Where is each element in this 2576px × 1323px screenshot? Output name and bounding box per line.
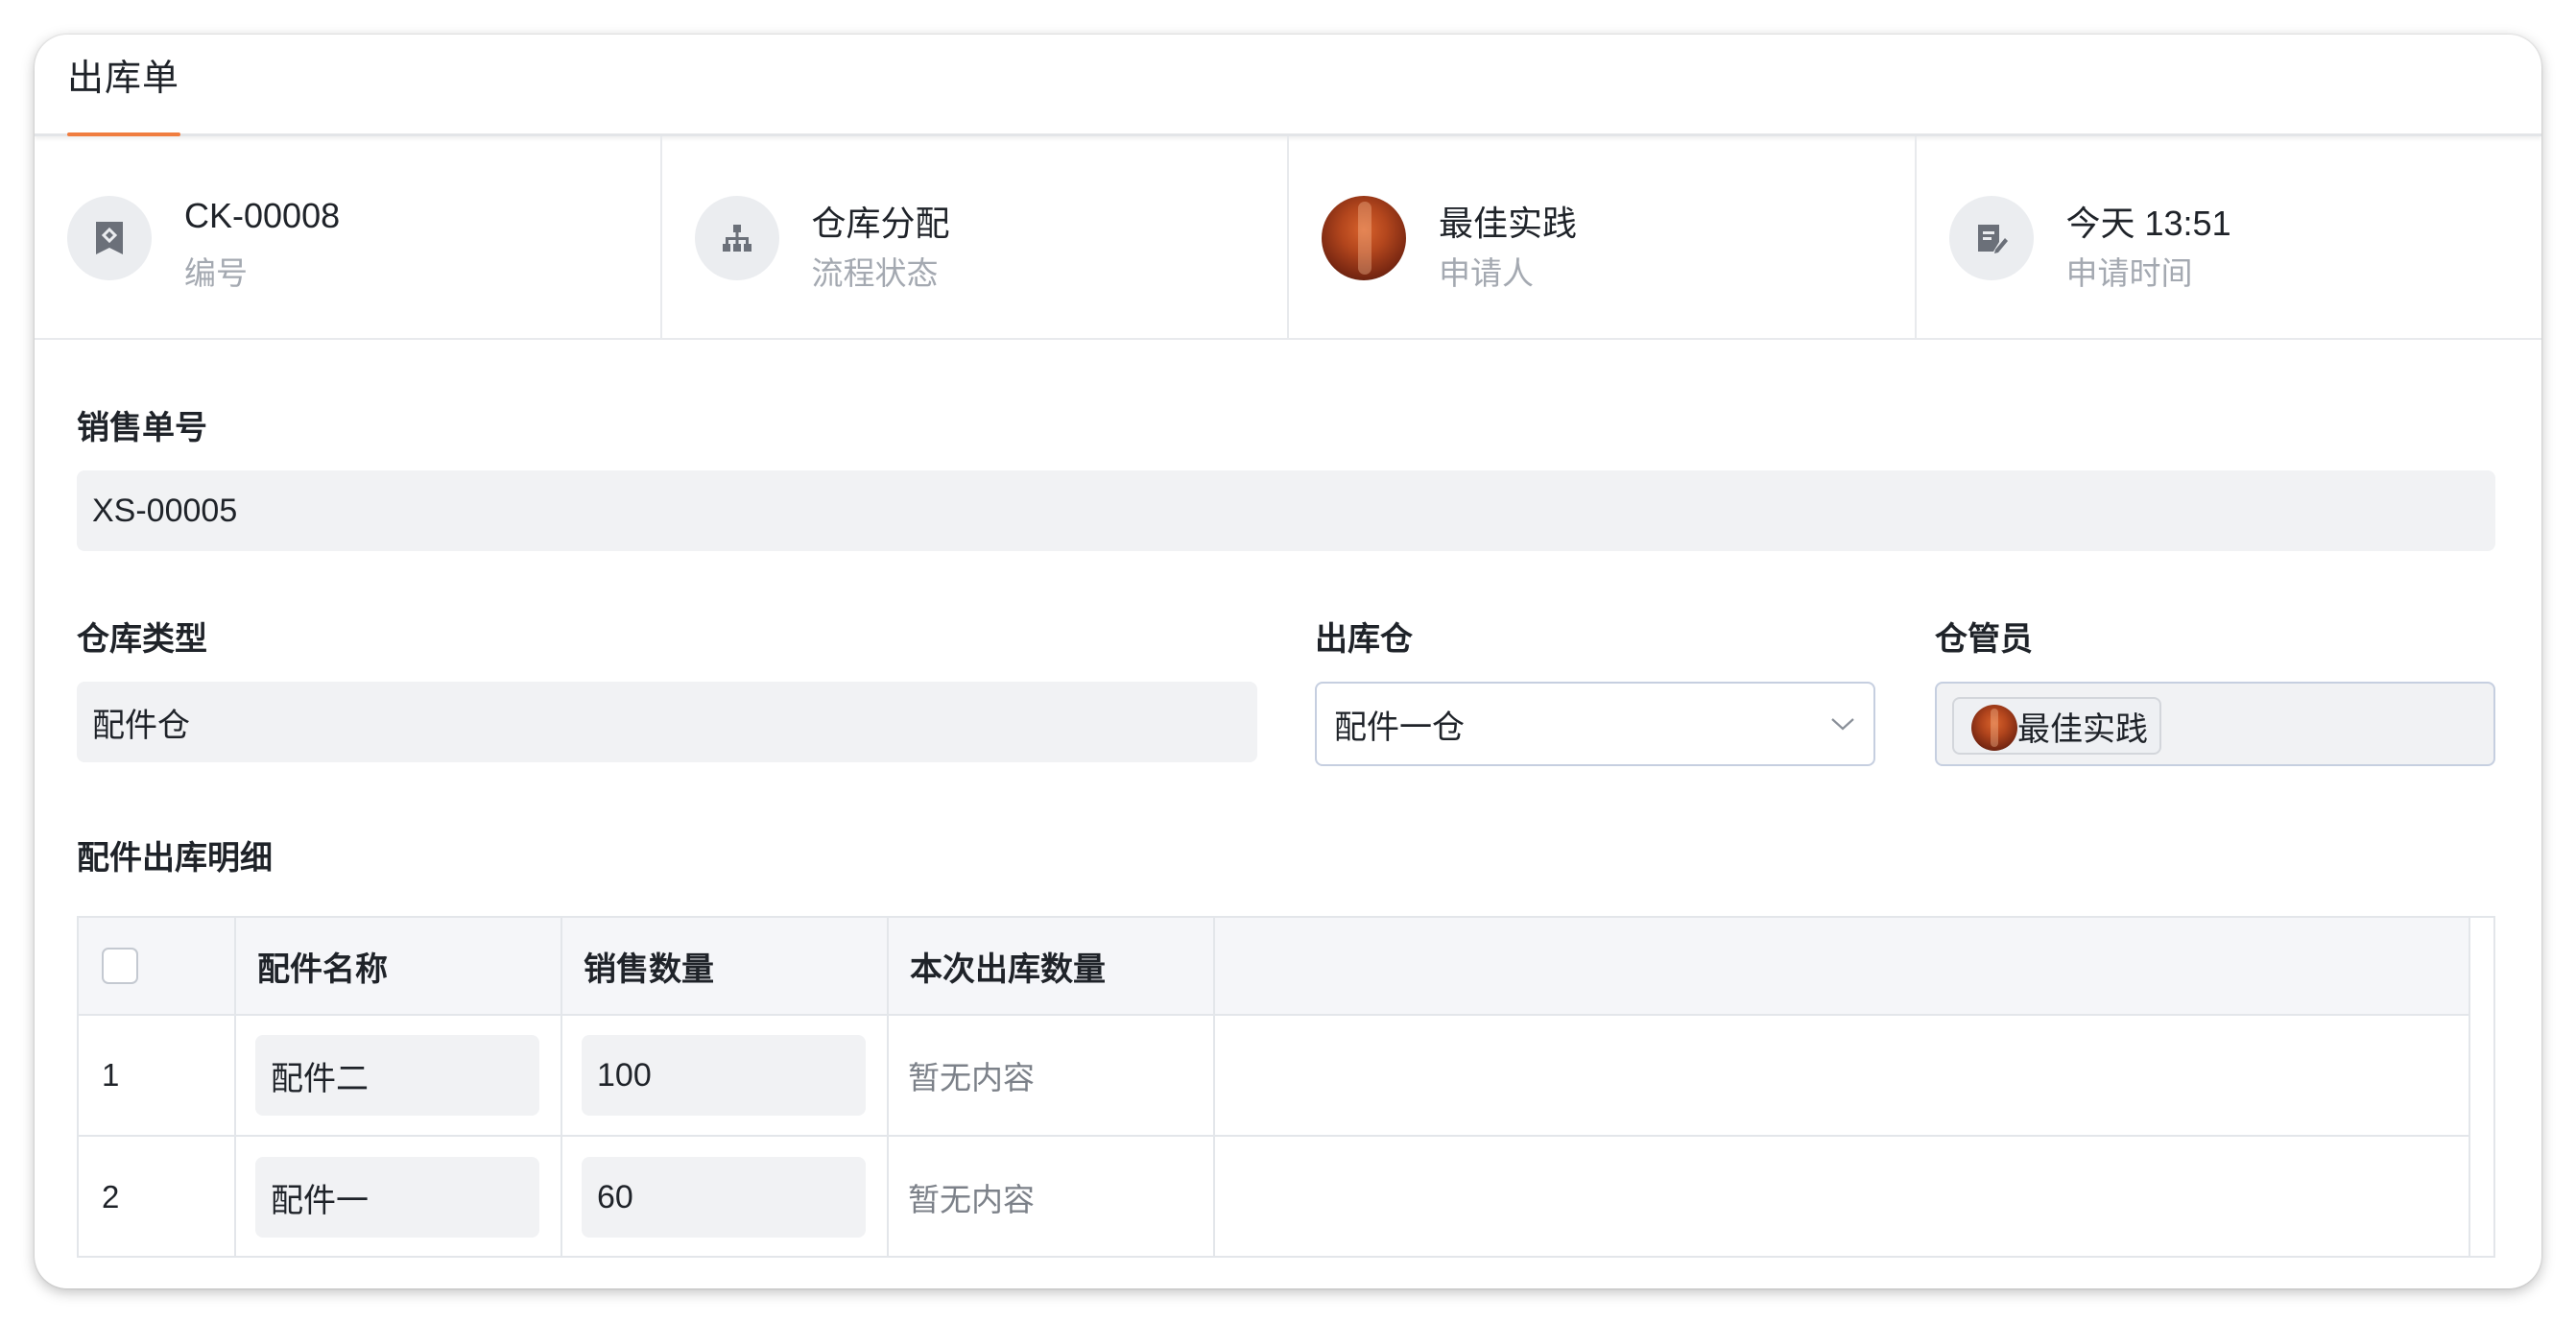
header-col-out-qty: 本次出库数量 xyxy=(889,918,1215,1014)
part-name-cell: 配件一 xyxy=(236,1137,562,1256)
info-cell-applicant: 最佳实践 申请人 xyxy=(1289,136,1917,338)
keeper-field[interactable]: 最佳实践 xyxy=(1935,682,2495,766)
applicant-avatar xyxy=(1322,196,1406,280)
detail-title: 配件出库明细 xyxy=(77,840,273,877)
column-header: 本次出库数量 xyxy=(910,950,1106,988)
header-tabs: 出库单 xyxy=(35,35,2541,136)
out-qty-cell: 暂无内容 xyxy=(889,1016,1215,1135)
sales-number-label: 销售单号 xyxy=(77,410,207,446)
bookmark-icon xyxy=(67,196,152,280)
table-row: 2 配件一 60 暂无内容 xyxy=(79,1137,2469,1256)
keeper-name: 最佳实践 xyxy=(2017,710,2148,748)
header-select-cell xyxy=(79,918,236,1014)
row-index: 1 xyxy=(102,1057,120,1093)
row-index: 2 xyxy=(102,1179,120,1215)
tab-outbound-order[interactable]: 出库单 xyxy=(67,48,179,101)
sales-qty-field: 60 xyxy=(582,1157,866,1238)
keeper-avatar xyxy=(1971,705,2017,751)
keeper-tag[interactable]: 最佳实践 xyxy=(1952,697,2161,755)
sales-qty-cell: 60 xyxy=(562,1137,889,1256)
applicant-value: 最佳实践 xyxy=(1439,204,1578,243)
org-tree-icon xyxy=(694,196,779,280)
out-warehouse-select[interactable]: 配件一仓 xyxy=(1315,682,1875,766)
part-name-field: 配件二 xyxy=(255,1035,539,1116)
select-all-checkbox[interactable] xyxy=(102,948,138,984)
chevron-down-icon[interactable] xyxy=(1829,710,1856,737)
part-name-field: 配件一 xyxy=(255,1157,539,1238)
edit-doc-icon xyxy=(1948,196,2034,280)
header-col-filler xyxy=(1215,918,2469,1014)
part-name-cell: 配件二 xyxy=(236,1016,562,1135)
sales-number-field: XS-00005 xyxy=(77,470,2495,551)
out-qty-empty: 暂无内容 xyxy=(908,1182,1035,1217)
detail-table-body: 配件名称 销售数量 本次出库数量 1 配件二 100 暂无内容 2 配件一 60… xyxy=(79,918,2470,1256)
process-status-value: 仓库分配 xyxy=(811,204,950,243)
table-row: 1 配件二 100 暂无内容 xyxy=(79,1016,2469,1137)
apply-time-label: 申请时间 xyxy=(2065,255,2193,291)
apply-time-value: 今天 13:51 xyxy=(2065,204,2231,243)
sales-qty-field: 100 xyxy=(582,1035,866,1116)
warehouse-type-field: 配件仓 xyxy=(77,682,1257,762)
row-index-cell: 2 xyxy=(79,1137,236,1256)
out-qty-cell: 暂无内容 xyxy=(889,1137,1215,1256)
table-header-row: 配件名称 销售数量 本次出库数量 xyxy=(79,918,2469,1016)
column-header: 销售数量 xyxy=(584,950,714,988)
header-col-name: 配件名称 xyxy=(236,918,562,1014)
info-cell-status: 仓库分配 流程状态 xyxy=(662,136,1289,338)
row-filler xyxy=(1215,1137,2469,1256)
detail-table: 配件名称 销售数量 本次出库数量 1 配件二 100 暂无内容 2 配件一 60… xyxy=(77,916,2495,1258)
column-header: 配件名称 xyxy=(257,950,388,988)
applicant-label: 申请人 xyxy=(1439,255,1534,291)
info-strip: CK-00008 编号 仓库分配 流程状态 最佳实践 申请人 今天 13:51 … xyxy=(35,136,2541,340)
info-cell-time: 今天 13:51 申请时间 xyxy=(1917,136,2542,338)
row-index-cell: 1 xyxy=(79,1016,236,1135)
outbound-order-card: 出库单 CK-00008 编号 仓库分配 流程状态 最佳实践 申请人 今天 13… xyxy=(35,35,2541,1288)
out-warehouse-value: 配件一仓 xyxy=(1334,709,1465,746)
sales-qty-cell: 100 xyxy=(562,1016,889,1135)
warehouse-type-label: 仓库类型 xyxy=(77,621,207,658)
order-number-value: CK-00008 xyxy=(184,196,341,235)
out-qty-empty: 暂无内容 xyxy=(908,1060,1035,1095)
out-warehouse-label: 出库仓 xyxy=(1315,621,1413,658)
keeper-label: 仓管员 xyxy=(1935,621,2033,658)
header-col-qty: 销售数量 xyxy=(562,918,889,1014)
process-status-label: 流程状态 xyxy=(811,255,939,291)
info-cell-number: CK-00008 编号 xyxy=(35,136,662,338)
row-filler xyxy=(1215,1016,2469,1135)
order-number-label: 编号 xyxy=(184,255,248,291)
